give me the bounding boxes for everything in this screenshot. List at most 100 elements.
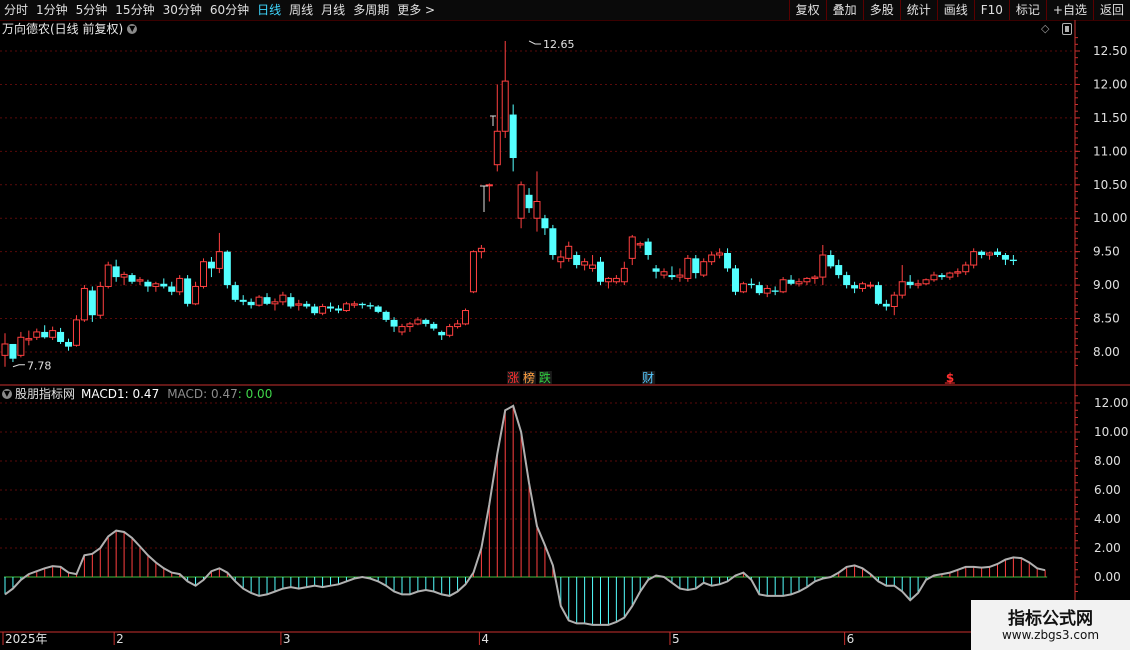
event-marker-label: 财 [642, 371, 654, 385]
candle-body [652, 268, 660, 272]
candle [120, 271, 128, 286]
candle-body [398, 326, 406, 333]
price-annotation: 12.65 [528, 38, 575, 51]
candle-body [628, 236, 636, 259]
candle [493, 84, 501, 172]
candle-body [509, 114, 517, 159]
candle-body [72, 319, 80, 346]
candle [128, 273, 136, 284]
candle [731, 265, 739, 296]
date-axis-mark: 2 [113, 632, 124, 646]
candle-body [684, 257, 692, 279]
date-tick-label: 3 [283, 632, 291, 646]
candle-body [160, 283, 168, 287]
macd-tick-label: 10.00 [1094, 425, 1128, 439]
candle-body [430, 323, 438, 329]
candle [72, 315, 80, 347]
candle [374, 305, 382, 314]
candle [938, 273, 946, 280]
candle [263, 293, 271, 306]
candle-body [724, 253, 732, 269]
candle [501, 40, 509, 138]
candle [708, 251, 716, 266]
candle-body [144, 281, 152, 287]
candle [573, 251, 581, 269]
candle [327, 302, 335, 312]
candle [136, 277, 144, 286]
candle-body [446, 326, 454, 336]
candle-body [938, 275, 946, 278]
candle [112, 259, 120, 282]
candle-body [382, 311, 390, 320]
macd-value: MACD: 0.47 [167, 387, 238, 401]
candle-body [406, 323, 414, 328]
scroll-handle-icon[interactable] [1062, 23, 1072, 35]
date-axis-mark: 3 [280, 632, 291, 646]
candle-body [930, 274, 938, 281]
macd-extra-value: : 0.00 [237, 387, 273, 401]
candle [700, 258, 708, 278]
candle [962, 261, 970, 276]
candle [819, 244, 827, 286]
candle-body [620, 267, 628, 283]
candle [620, 261, 628, 286]
candle [994, 248, 1001, 258]
candle-body [477, 247, 485, 253]
event-marker: $ [944, 371, 955, 385]
candle-body [978, 251, 986, 256]
macd-tick-label: 0.00 [1094, 570, 1121, 584]
event-marker: 跌 [538, 370, 552, 385]
candle-body [49, 330, 57, 338]
date-tick-label: 2025年 [5, 632, 48, 646]
candle [890, 291, 898, 316]
candle-body [462, 310, 470, 325]
candle [747, 278, 755, 289]
candle-body [263, 297, 271, 304]
candle [303, 301, 311, 309]
indicator-menu-icon[interactable]: ▼ [2, 389, 12, 399]
candle [874, 281, 882, 306]
candle [168, 281, 176, 296]
annotation-pointer [528, 40, 542, 45]
candle [652, 265, 660, 279]
event-marker: 财 [642, 371, 656, 385]
chart-canvas[interactable]: 12.50 12.00 11.50 11.00 10.50 10.00 9.50 9.00 8.… [0, 0, 1130, 650]
event-marker: 榜 [523, 370, 537, 385]
indicator-name[interactable]: 股朋指标网 [15, 386, 75, 402]
candle-body [1, 343, 9, 356]
candle [1009, 255, 1017, 266]
candle [477, 244, 485, 259]
watermark-name: 指标公式网 [1008, 609, 1093, 629]
candle-body [517, 184, 525, 219]
candle-body [716, 252, 724, 256]
candle-body [851, 285, 859, 289]
diamond-icon[interactable]: ◇ [1041, 22, 1049, 35]
candle [684, 255, 692, 282]
candle [200, 258, 207, 289]
dropdown-icon[interactable]: ▼ [127, 24, 138, 34]
candle [692, 255, 700, 279]
candle-body [986, 252, 994, 256]
candle-body [692, 258, 700, 274]
candle-body [747, 283, 755, 286]
candle-body [366, 305, 374, 307]
candle [334, 305, 342, 314]
price-tick-label: 11.50 [1093, 111, 1127, 125]
candle-body [469, 251, 477, 293]
candle-body [803, 277, 811, 283]
candle [17, 331, 25, 358]
candle-body [390, 319, 398, 327]
date-tick-label: 4 [481, 632, 489, 646]
date-tick-label: 5 [672, 632, 680, 646]
chart-frame [0, 20, 1130, 650]
candle [882, 299, 890, 311]
candle [231, 281, 239, 302]
candle [104, 261, 112, 289]
candle-body [152, 283, 160, 287]
price-tick-label: 9.50 [1093, 245, 1120, 259]
date-axis-mark: 4 [478, 632, 489, 646]
candle-body [176, 277, 184, 293]
macd-tick-label: 8.00 [1094, 454, 1121, 468]
candle-body [589, 264, 597, 269]
candle-body [581, 261, 589, 266]
